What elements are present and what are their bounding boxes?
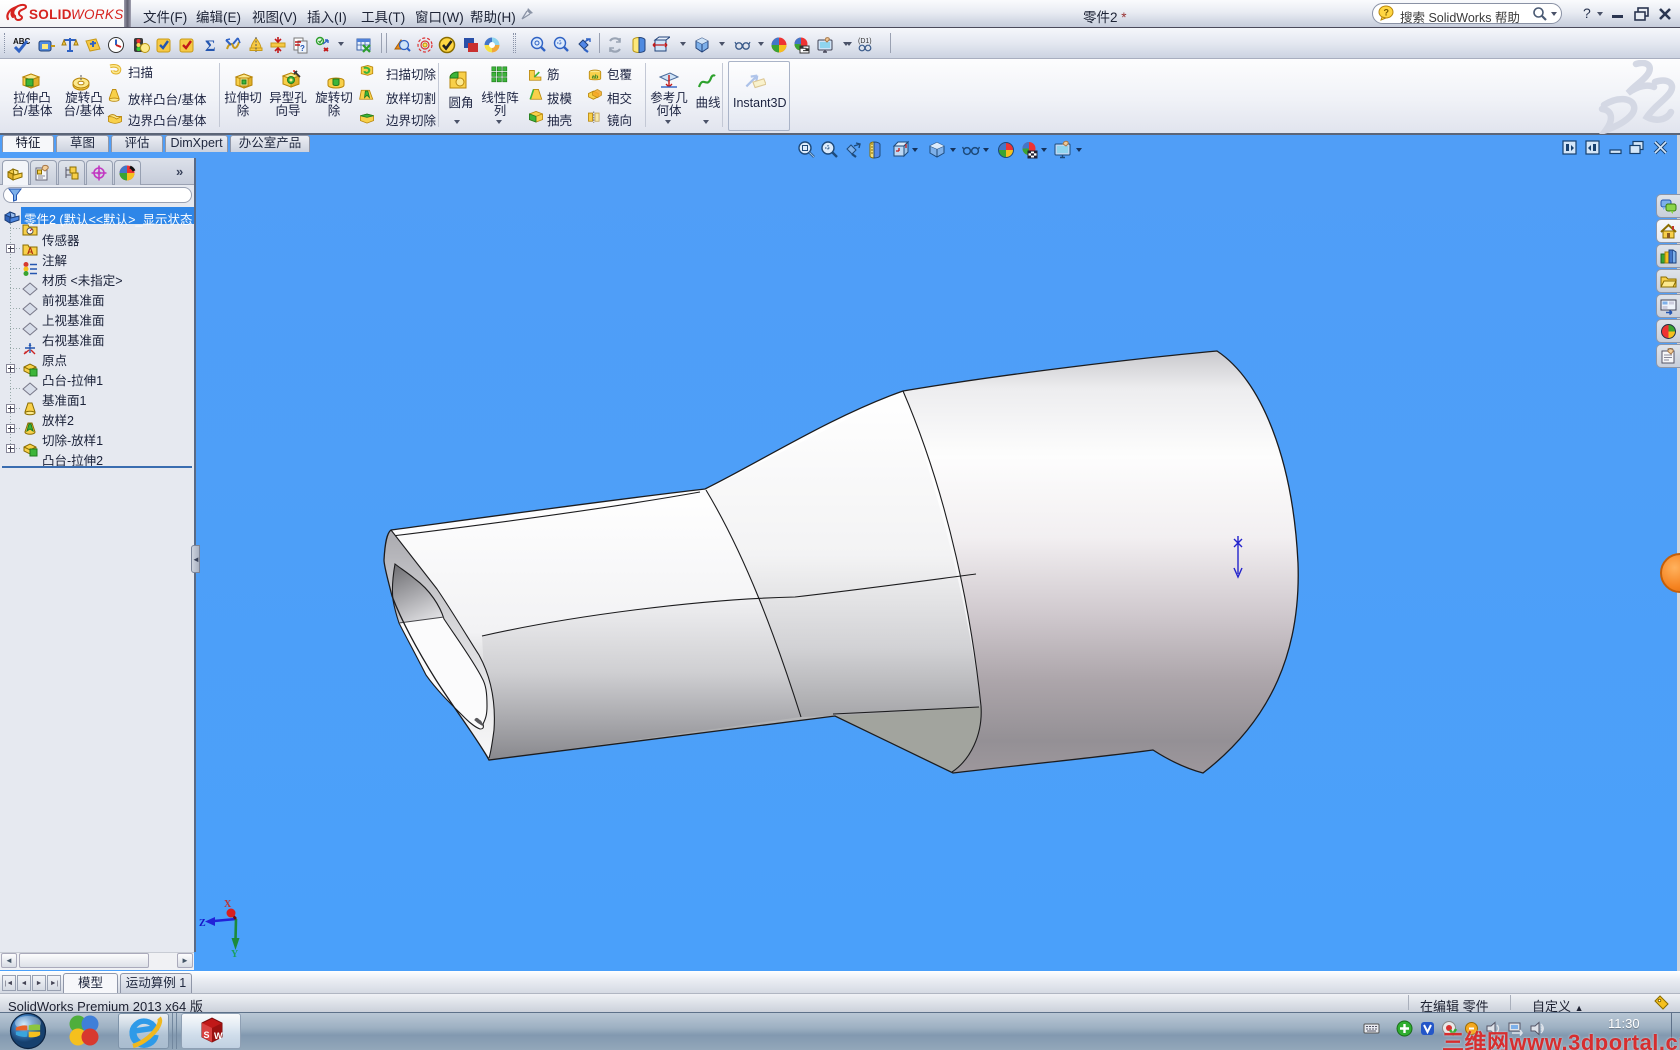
svg-text:W: W	[214, 1031, 223, 1041]
svg-text:Y: Y	[231, 949, 239, 958]
svg-text:?: ?	[300, 44, 305, 53]
svg-text:Σ: Σ	[205, 38, 215, 54]
svg-text:(D1): (D1)	[858, 38, 872, 45]
svg-text:SOLID: SOLID	[29, 7, 72, 22]
svg-text:Z: Z	[199, 918, 206, 929]
svg-text:A: A	[27, 246, 34, 256]
svg-text:WORKS: WORKS	[71, 7, 123, 22]
svg-text:X: X	[224, 899, 232, 910]
svg-text:?: ?	[1384, 8, 1390, 18]
svg-text:S: S	[204, 1030, 210, 1040]
svg-text:ab: ab	[592, 75, 599, 81]
